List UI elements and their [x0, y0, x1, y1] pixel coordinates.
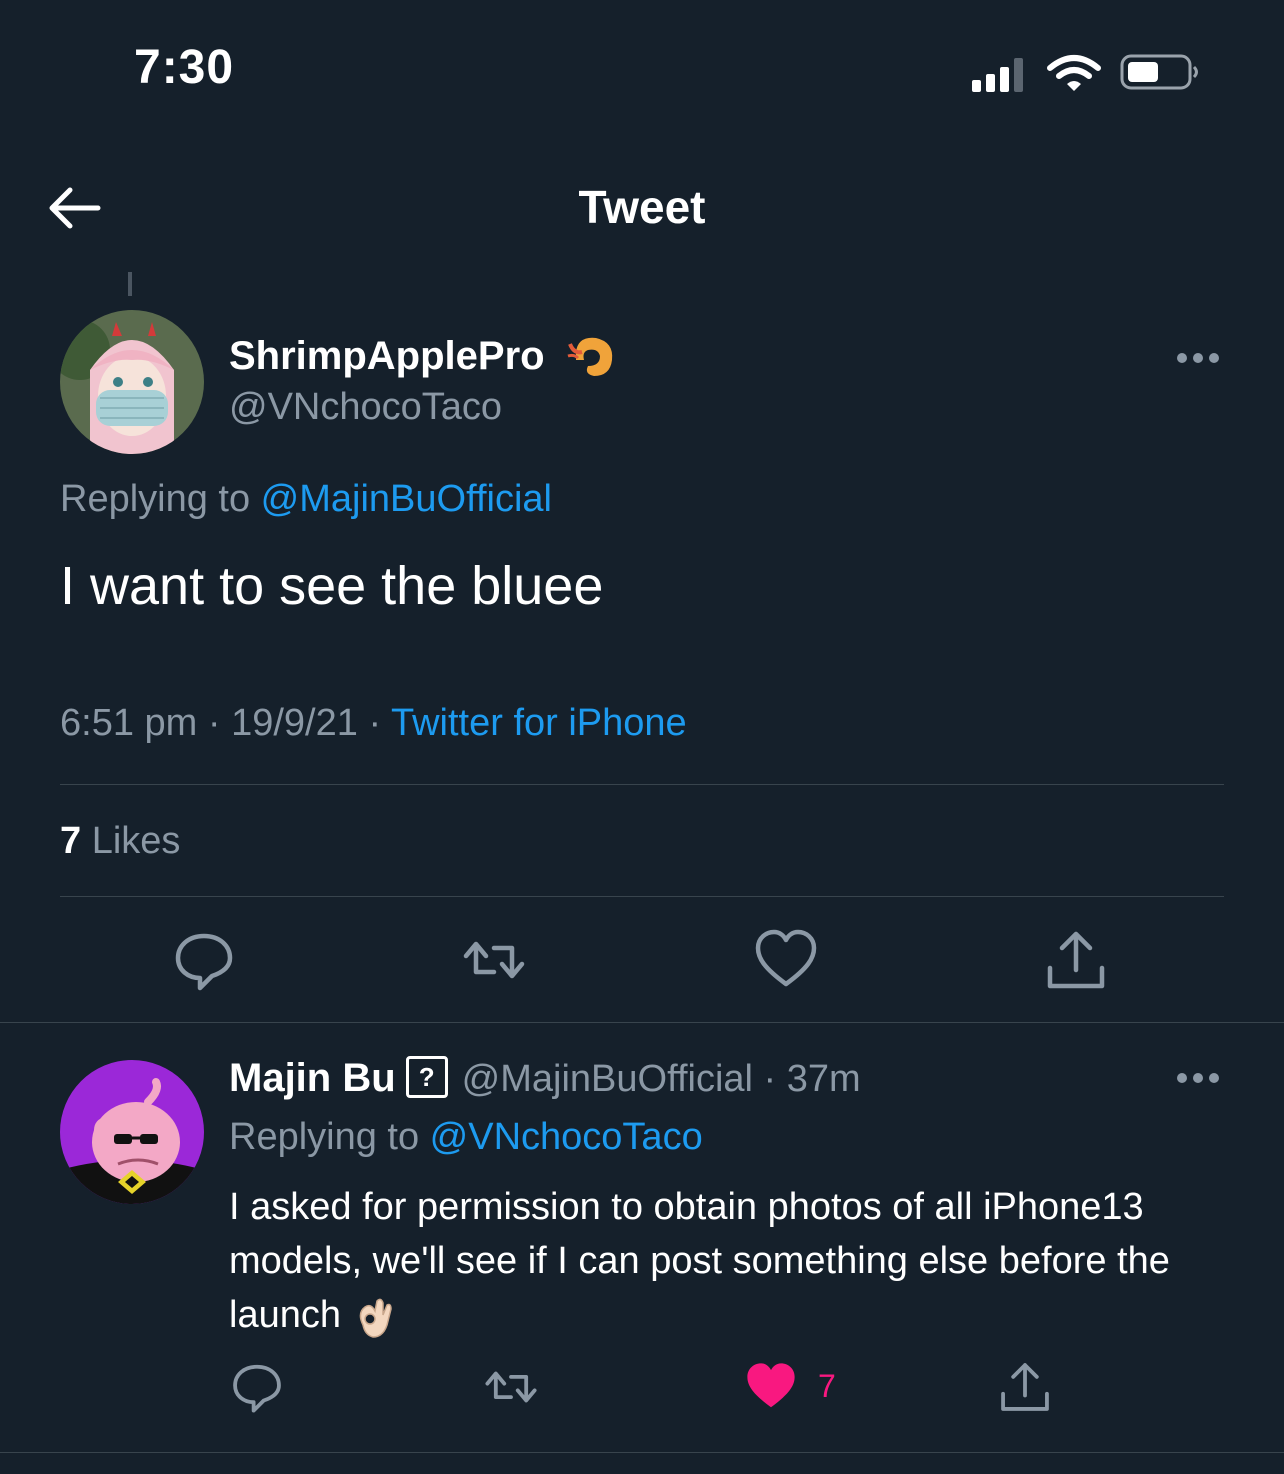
more-icon[interactable] — [1176, 1072, 1220, 1084]
meta-separator: · — [197, 702, 232, 744]
tweet-date: 19/9/21 — [231, 702, 358, 744]
replying-to: Replying to @VNchocoTaco — [229, 1116, 703, 1159]
tweet-text-container: I asked for permission to obtain photos … — [229, 1180, 1209, 1342]
replying-to-link[interactable]: @VNchocoTaco — [430, 1116, 703, 1158]
avatar[interactable] — [60, 310, 204, 454]
divider — [60, 896, 1224, 897]
thread-connector — [128, 272, 132, 296]
retweet-icon[interactable] — [462, 928, 526, 992]
reply-icon[interactable] — [230, 1360, 284, 1414]
page-title: Tweet — [578, 181, 706, 233]
avatar[interactable] — [60, 1060, 204, 1204]
likes-summary[interactable]: 7 Likes — [60, 820, 180, 863]
tweet-meta: 6:51 pm · 19/9/21 · Twitter for iPhone — [60, 702, 687, 745]
more-icon[interactable] — [1176, 352, 1220, 364]
reply-icon[interactable] — [172, 928, 236, 992]
user-handle[interactable]: @MajinBuOfficial — [462, 1058, 753, 1100]
share-icon[interactable] — [1044, 928, 1108, 992]
display-name[interactable]: Majin Bu — [229, 1056, 396, 1100]
replying-to-link[interactable]: @MajinBuOfficial — [261, 478, 552, 520]
shrimp-icon — [567, 337, 613, 376]
reply-header: Majin Bu? @MajinBuOfficial · 37m — [229, 1055, 861, 1102]
replying-prefix: Replying to — [60, 478, 261, 520]
divider — [0, 1022, 1284, 1023]
wifi-icon — [1047, 55, 1101, 91]
like-count: 7 — [818, 1368, 836, 1404]
share-icon[interactable] — [998, 1360, 1052, 1414]
meta-separator: · — [752, 1058, 787, 1100]
ok-hand-emoji — [359, 1298, 392, 1338]
tweet-time: 6:51 pm — [60, 702, 198, 744]
replying-prefix: Replying to — [229, 1116, 430, 1158]
like-icon[interactable] — [744, 1360, 798, 1414]
user-handle[interactable]: @VNchocoTaco — [229, 386, 502, 429]
signal-icon — [972, 58, 1023, 92]
battery-icon — [1120, 54, 1198, 90]
tweet-source-link[interactable]: Twitter for iPhone — [391, 702, 687, 744]
label-badge: ? — [405, 1055, 448, 1098]
display-name[interactable]: ShrimpApplePro — [229, 334, 545, 379]
likes-label: Likes — [91, 820, 181, 862]
tweet-age: 37m — [786, 1058, 861, 1100]
divider — [0, 1452, 1284, 1453]
like-icon[interactable] — [754, 928, 818, 992]
tweet-text: I want to see the bluee — [60, 556, 604, 616]
divider — [60, 784, 1224, 785]
likes-count: 7 — [60, 820, 82, 862]
meta-separator: · — [357, 702, 391, 744]
status-time: 7:30 — [134, 41, 235, 94]
replying-to: Replying to @MajinBuOfficial — [60, 478, 552, 521]
retweet-icon[interactable] — [484, 1360, 538, 1414]
